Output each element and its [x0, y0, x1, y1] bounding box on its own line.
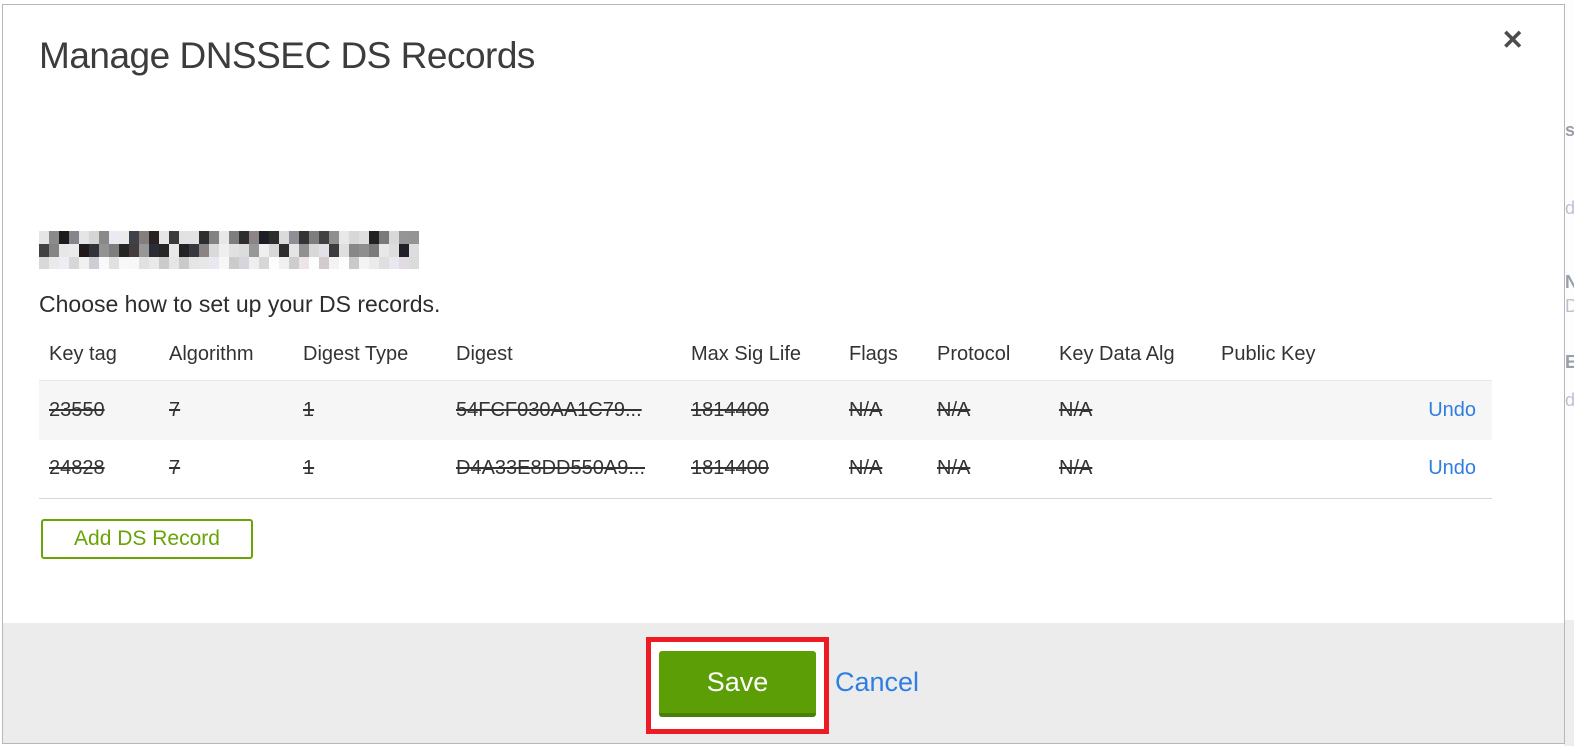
redacted-domain-name [39, 231, 421, 269]
cell-key-data-alg: N/A [1059, 457, 1093, 480]
cancel-link[interactable]: Cancel [835, 667, 919, 698]
dnssec-modal: Manage DNSSEC DS Records ✕ Choose how to… [2, 4, 1565, 744]
cell-public-key [1211, 381, 1361, 440]
modal-footer: Save Cancel [3, 623, 1564, 743]
cell-digest-type: 1 [303, 457, 315, 480]
edge-text-fragment: d [1565, 198, 1574, 218]
cell-protocol: N/A [937, 398, 971, 421]
cell-key-tag: 23550 [49, 398, 105, 421]
page-title: Manage DNSSEC DS Records [39, 35, 535, 76]
cell-max-sig-life: 1814400 [691, 398, 769, 421]
edge-text-fragment: N [1565, 272, 1574, 292]
col-header-max-sig-life: Max Sig Life [691, 343, 802, 365]
cell-flags: N/A [849, 398, 883, 421]
ds-records-table: Key tag Algorithm Digest Type Digest Max… [39, 333, 1492, 499]
background-page-footer [1564, 620, 1574, 746]
screen: s d N D E d Manage DNSSEC DS Records ✕ C… [0, 0, 1574, 746]
cell-max-sig-life: 1814400 [691, 457, 769, 480]
cell-public-key [1211, 440, 1361, 499]
cell-key-tag: 24828 [49, 457, 105, 480]
col-header-key-data-alg: Key Data Alg [1059, 343, 1175, 365]
col-header-actions [1361, 333, 1492, 381]
table-header-row: Key tag Algorithm Digest Type Digest Max… [39, 333, 1492, 381]
edge-text-fragment: E [1565, 352, 1574, 372]
undo-link[interactable]: Undo [1428, 399, 1476, 421]
cell-key-data-alg: N/A [1059, 398, 1093, 421]
edge-text-fragment: s [1565, 120, 1574, 140]
edge-text-fragment: d [1565, 390, 1574, 410]
table-row: 23550 7 1 54FCF030AA1C79... 1814400 N/A … [39, 380, 1492, 440]
cell-digest: 54FCF030AA1C79... [456, 398, 642, 421]
col-header-digest-type: Digest Type [303, 343, 409, 365]
cell-algorithm: 7 [169, 457, 181, 480]
annotation-highlight-box: Save [646, 637, 829, 734]
col-header-public-key: Public Key [1221, 343, 1316, 365]
cell-algorithm: 7 [169, 398, 181, 421]
col-header-key-tag: Key tag [49, 343, 117, 365]
undo-link[interactable]: Undo [1428, 457, 1476, 479]
subtitle-text: Choose how to set up your DS records. [39, 291, 441, 317]
close-icon[interactable]: ✕ [1501, 27, 1524, 54]
edge-text-fragment: D [1565, 296, 1574, 316]
cell-protocol: N/A [937, 457, 971, 480]
cell-digest-type: 1 [303, 398, 315, 421]
cell-flags: N/A [849, 457, 883, 480]
col-header-protocol: Protocol [937, 343, 1011, 365]
col-header-algorithm: Algorithm [169, 343, 254, 365]
background-page-edge: s d N D E d [1564, 0, 1574, 746]
col-header-flags: Flags [849, 343, 898, 365]
col-header-digest: Digest [456, 343, 513, 365]
save-button[interactable]: Save [659, 651, 816, 717]
cell-digest: D4A33E8DD550A9... [456, 457, 646, 480]
table-row: 24828 7 1 D4A33E8DD550A9... 1814400 N/A … [39, 439, 1492, 499]
add-ds-record-button[interactable]: Add DS Record [41, 519, 253, 559]
